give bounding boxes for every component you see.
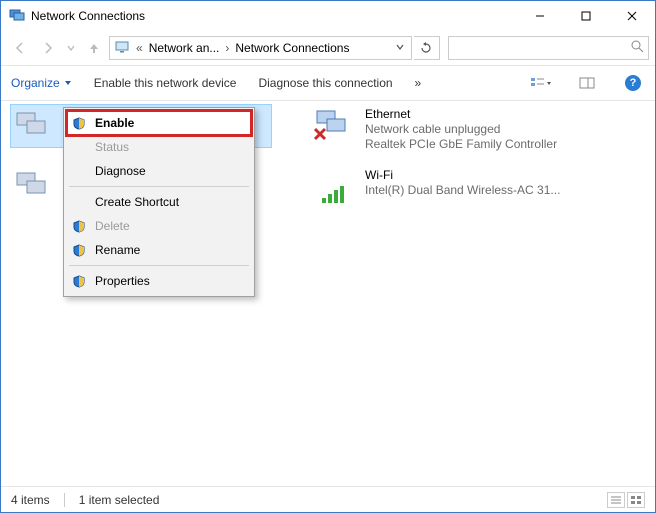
chevron-icon: « — [134, 41, 145, 55]
close-button[interactable] — [609, 1, 655, 31]
enable-device-button[interactable]: Enable this network device — [94, 76, 237, 90]
help-button[interactable]: ? — [621, 71, 645, 95]
shield-icon — [71, 220, 87, 233]
context-properties[interactable]: Properties — [67, 269, 251, 293]
item-count: 4 items — [11, 493, 50, 507]
shield-icon — [71, 275, 87, 288]
back-button[interactable] — [7, 35, 33, 61]
chevron-down-icon[interactable] — [393, 41, 407, 55]
context-create-shortcut-label: Create Shortcut — [95, 195, 179, 209]
breadcrumb-part[interactable]: Network Connections — [235, 41, 349, 55]
context-create-shortcut[interactable]: Create Shortcut — [67, 190, 251, 214]
context-enable-label: Enable — [95, 116, 134, 130]
diagnose-label: Diagnose this connection — [258, 76, 392, 90]
menu-separator — [69, 186, 249, 187]
menu-separator — [69, 265, 249, 266]
adapter-device: Intel(R) Dual Band Wireless-AC 31... — [365, 183, 560, 198]
adapter-status: Network cable unplugged — [365, 122, 557, 137]
chevron-right-icon: › — [223, 41, 231, 55]
details-view-button[interactable] — [607, 492, 625, 508]
network-adapter-icon — [13, 167, 57, 205]
history-dropdown[interactable] — [63, 35, 79, 61]
shield-icon — [71, 117, 87, 130]
context-properties-label: Properties — [95, 274, 150, 288]
app-icon — [9, 7, 25, 26]
network-adapter-icon — [313, 107, 357, 145]
refresh-button[interactable] — [414, 36, 440, 60]
enable-device-label: Enable this network device — [94, 76, 237, 90]
context-diagnose[interactable]: Diagnose — [67, 159, 251, 183]
window-title: Network Connections — [31, 9, 517, 23]
divider — [64, 493, 65, 507]
up-button[interactable] — [81, 35, 107, 61]
context-status: Status — [67, 135, 251, 159]
breadcrumb[interactable]: « Network an... › Network Connections — [109, 36, 412, 60]
diagnose-connection-button[interactable]: Diagnose this connection — [258, 76, 392, 90]
adapter-device: Realtek PCIe GbE Family Controller — [365, 137, 557, 152]
context-rename[interactable]: Rename — [67, 238, 251, 262]
context-rename-label: Rename — [95, 243, 140, 257]
view-options-button[interactable] — [529, 71, 553, 95]
forward-button[interactable] — [35, 35, 61, 61]
titlebar: Network Connections — [1, 1, 655, 31]
context-delete: Delete — [67, 214, 251, 238]
context-delete-label: Delete — [95, 219, 130, 233]
context-menu: Enable Status Diagnose Create Shortcut D… — [63, 107, 255, 297]
maximize-button[interactable] — [563, 1, 609, 31]
search-icon — [631, 40, 644, 56]
breadcrumb-part[interactable]: Network an... — [149, 41, 220, 55]
help-icon: ? — [625, 75, 641, 91]
organize-menu[interactable]: Organize — [11, 76, 72, 90]
icons-view-button[interactable] — [627, 492, 645, 508]
shield-icon — [71, 244, 87, 257]
more-commands-button[interactable]: » — [415, 76, 422, 90]
preview-pane-button[interactable] — [575, 71, 599, 95]
adapter-item[interactable]: Ethernet Network cable unplugged Realtek… — [311, 105, 571, 154]
context-status-label: Status — [95, 140, 129, 154]
chevron-more-icon: » — [415, 76, 422, 90]
command-bar: Organize Enable this network device Diag… — [1, 66, 655, 100]
search-input[interactable] — [453, 40, 631, 56]
minimize-button[interactable] — [517, 1, 563, 31]
wifi-signal-icon — [313, 168, 357, 206]
context-enable[interactable]: Enable — [67, 111, 251, 135]
search-box[interactable] — [448, 36, 649, 60]
statusbar: 4 items 1 item selected — [1, 486, 655, 512]
selection-count: 1 item selected — [79, 493, 160, 507]
monitor-icon — [114, 39, 130, 58]
context-diagnose-label: Diagnose — [95, 164, 146, 178]
organize-label: Organize — [11, 76, 60, 90]
network-adapter-icon — [13, 107, 57, 145]
adapter-name: Wi-Fi — [365, 168, 560, 183]
adapter-item[interactable]: Wi-Fi Intel(R) Dual Band Wireless-AC 31.… — [311, 166, 571, 208]
navbar: « Network an... › Network Connections — [1, 31, 655, 65]
adapter-name: Ethernet — [365, 107, 557, 122]
